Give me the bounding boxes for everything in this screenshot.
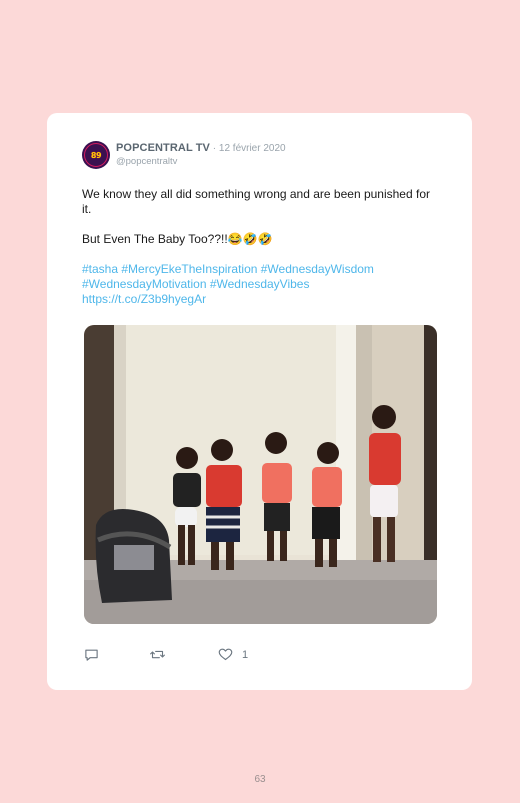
- like-count: 1: [242, 648, 249, 661]
- like-button[interactable]: 1: [218, 647, 248, 662]
- avatar-ring: [84, 143, 108, 167]
- tweet-date[interactable]: · 12 février 2020: [210, 143, 286, 154]
- tweet-actions: 1: [84, 647, 444, 663]
- heart-icon: [218, 648, 233, 661]
- tweet-hashtags[interactable]: #tasha #MercyEkeTheInspiration #Wednesda…: [82, 262, 442, 292]
- user-handle[interactable]: @popcentraltv: [116, 156, 177, 167]
- tweet-card: 89 POPCENTRAL TV · 12 février 2020 @popc…: [47, 113, 472, 690]
- tweet-text-line1: We know they all did something wrong and…: [82, 187, 430, 216]
- photo-illustration: [84, 325, 437, 624]
- tweet-photo[interactable]: [84, 325, 437, 624]
- retweet-arrows-icon: [150, 650, 165, 659]
- tweet-link[interactable]: https://t.co/Z3b9hyegAr: [82, 292, 442, 307]
- page-number: 63: [254, 774, 266, 785]
- display-name[interactable]: POPCENTRAL TV: [116, 142, 210, 154]
- retweet-button[interactable]: [150, 647, 165, 662]
- tweet-text-line2: But Even The Baby Too??!!😂🤣🤣: [82, 232, 273, 246]
- avatar[interactable]: 89: [82, 141, 110, 169]
- user-line: POPCENTRAL TV · 12 février 2020: [116, 142, 286, 154]
- reply-button[interactable]: [84, 647, 99, 662]
- comment-bubble-icon: [85, 649, 98, 661]
- tweet-text: We know they all did something wrong and…: [82, 187, 442, 307]
